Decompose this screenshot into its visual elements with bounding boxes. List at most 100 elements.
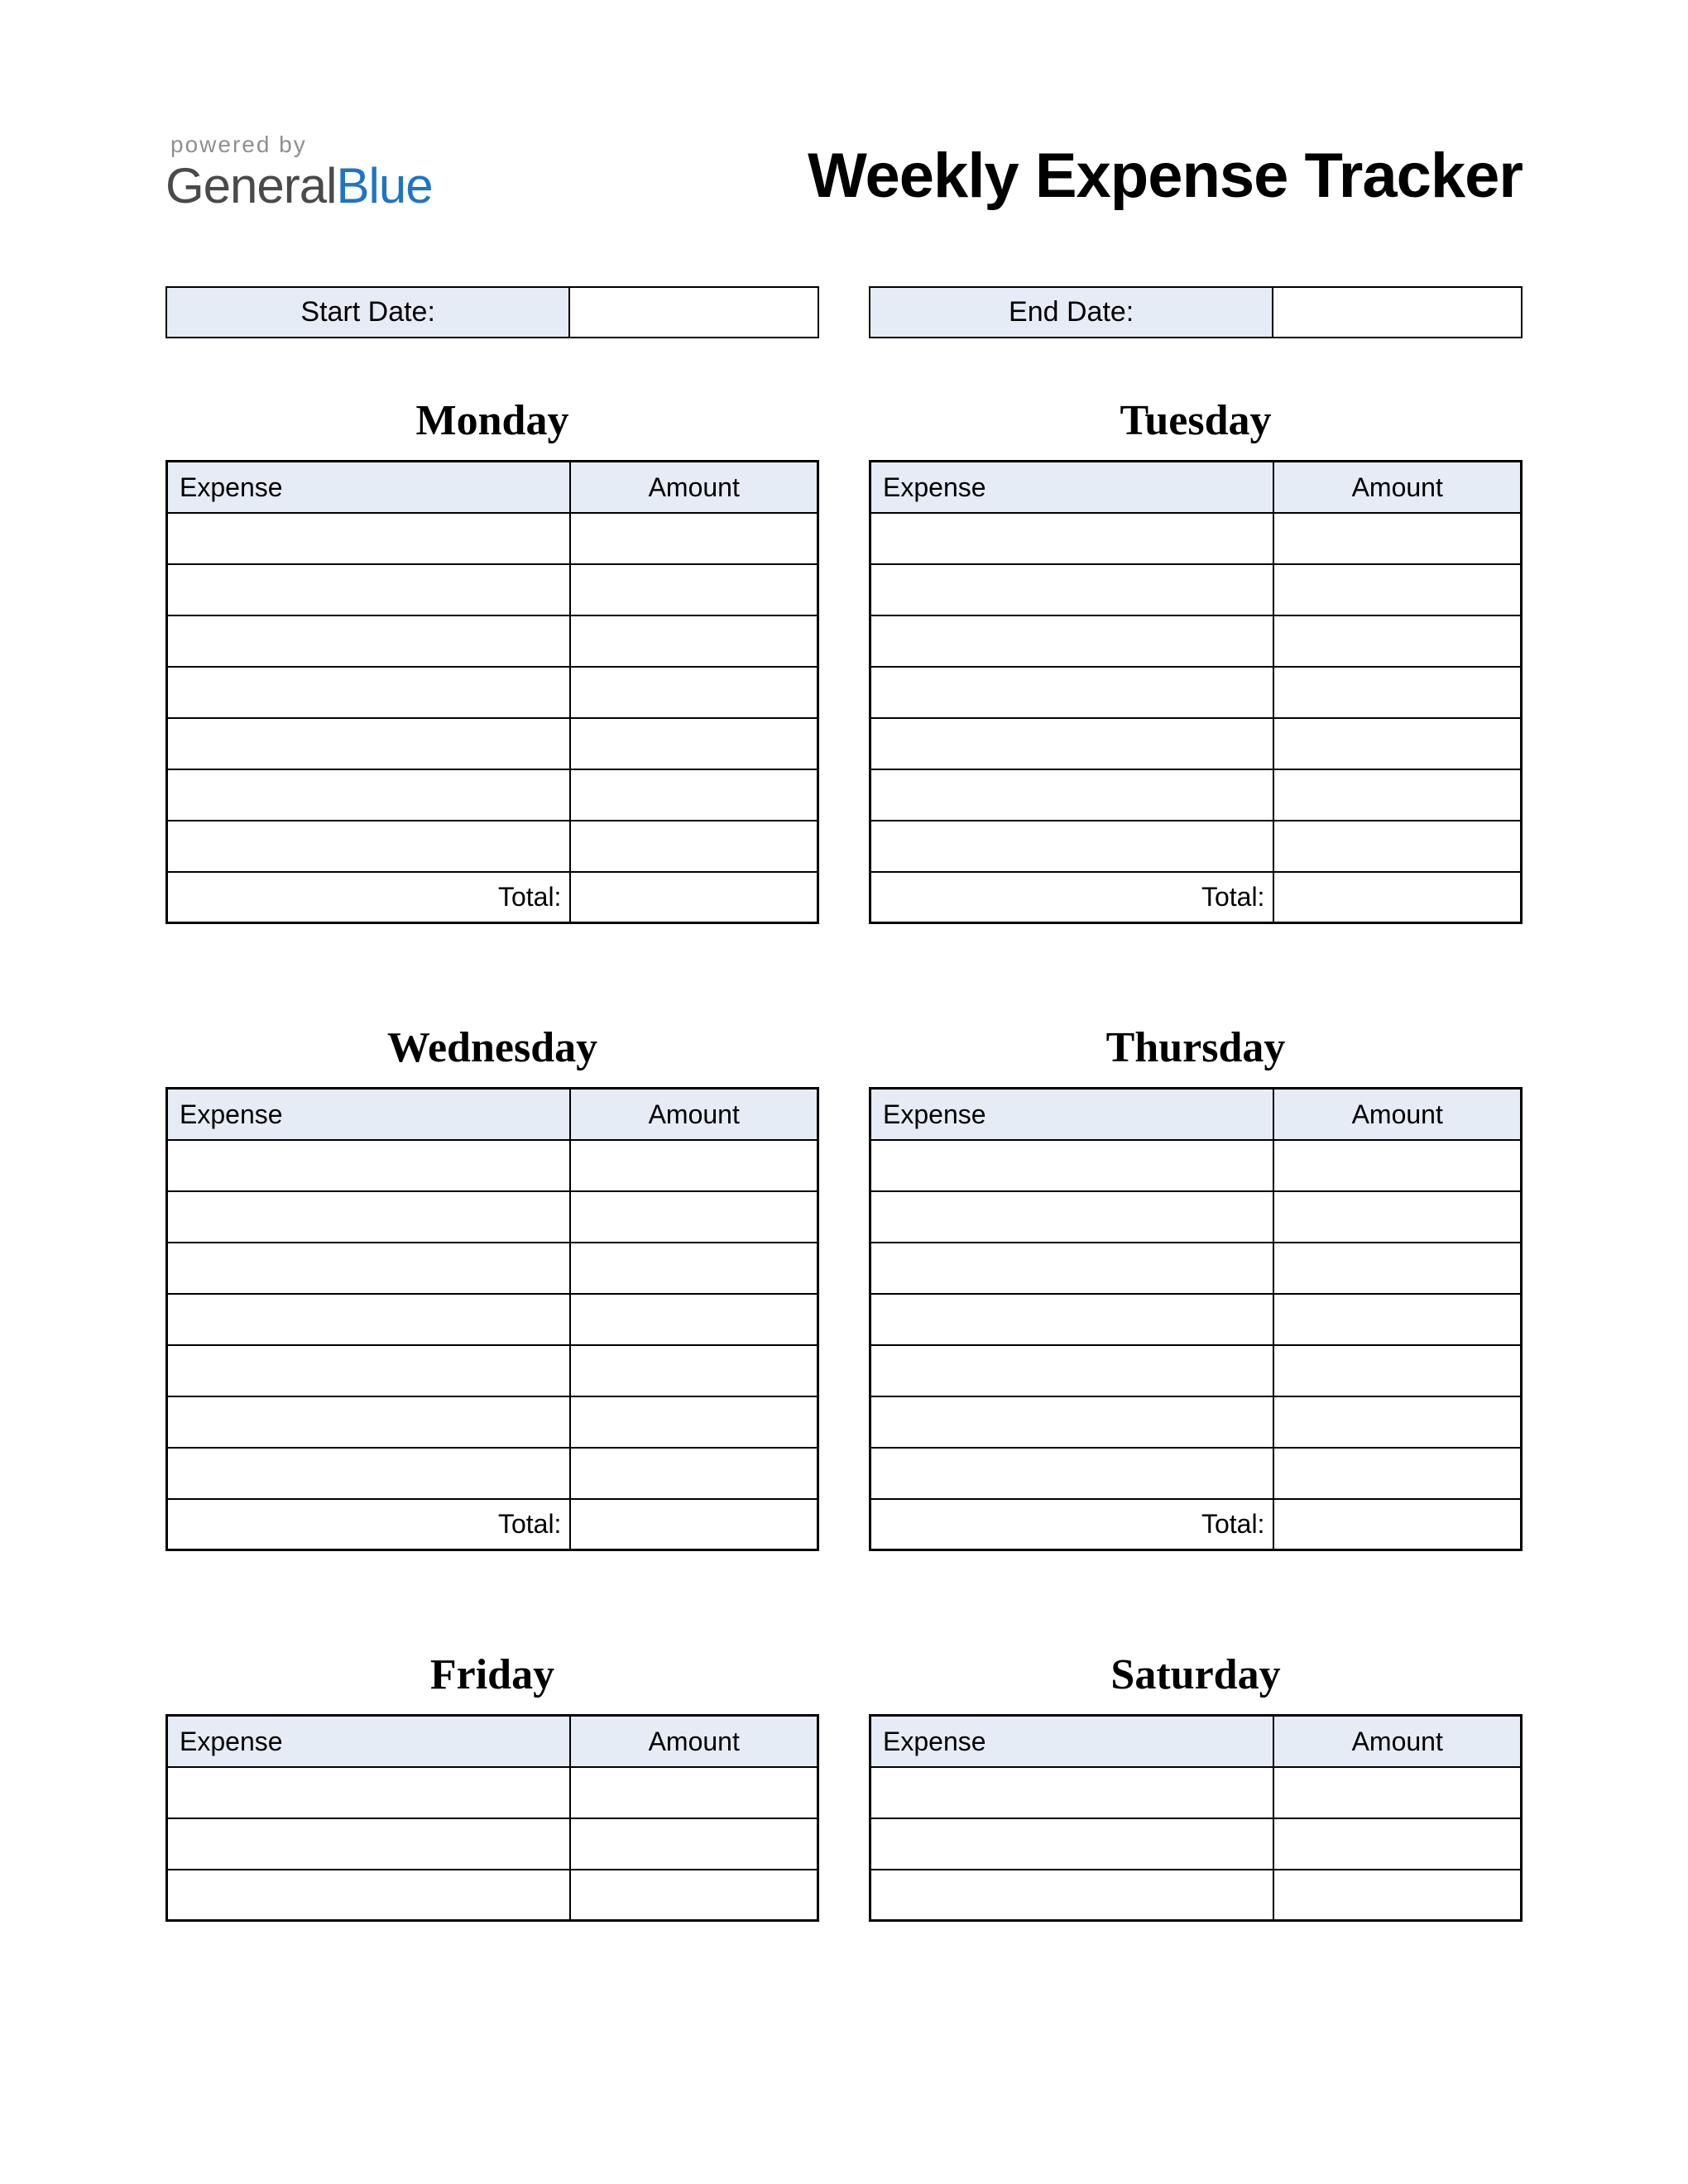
amount-cell[interactable]: [1273, 1448, 1521, 1499]
expense-cell[interactable]: [167, 1448, 571, 1499]
expense-cell[interactable]: [167, 513, 571, 564]
col-header-amount: Amount: [1273, 1716, 1521, 1767]
day-title: Thursday: [869, 1023, 1523, 1072]
expense-cell[interactable]: [167, 1140, 571, 1191]
table-row: [167, 1448, 818, 1499]
total-value[interactable]: [570, 872, 818, 923]
expense-cell[interactable]: [870, 564, 1274, 615]
expense-cell[interactable]: [870, 1448, 1274, 1499]
amount-cell[interactable]: [1273, 821, 1521, 872]
expense-cell[interactable]: [167, 1818, 571, 1870]
expense-cell[interactable]: [167, 1870, 571, 1921]
amount-cell[interactable]: [570, 769, 818, 821]
amount-cell[interactable]: [570, 1294, 818, 1345]
expense-cell[interactable]: [870, 1243, 1274, 1294]
expense-cell[interactable]: [167, 1767, 571, 1818]
amount-cell[interactable]: [1273, 1870, 1521, 1921]
logo: powered by GeneralBlue: [165, 132, 433, 212]
table-row: [167, 1294, 818, 1345]
amount-cell[interactable]: [1273, 1767, 1521, 1818]
amount-cell[interactable]: [1273, 1818, 1521, 1870]
amount-cell[interactable]: [570, 1140, 818, 1191]
col-header-expense: Expense: [870, 1089, 1274, 1140]
expense-cell[interactable]: [167, 615, 571, 667]
amount-cell[interactable]: [1273, 1345, 1521, 1396]
amount-cell[interactable]: [570, 1396, 818, 1448]
expense-cell[interactable]: [870, 513, 1274, 564]
amount-cell[interactable]: [570, 564, 818, 615]
table-row: [167, 615, 818, 667]
amount-cell[interactable]: [1273, 718, 1521, 769]
col-header-amount: Amount: [1273, 1089, 1521, 1140]
total-value[interactable]: [570, 1499, 818, 1550]
expense-cell[interactable]: [870, 769, 1274, 821]
page-title: Weekly Expense Tracker: [808, 140, 1523, 212]
day-block-monday: MondayExpenseAmountTotal:: [165, 396, 819, 974]
table-row: [870, 513, 1522, 564]
amount-cell[interactable]: [570, 1191, 818, 1243]
expense-cell[interactable]: [167, 1243, 571, 1294]
amount-cell[interactable]: [570, 1818, 818, 1870]
expense-cell[interactable]: [870, 1767, 1274, 1818]
amount-cell[interactable]: [1273, 769, 1521, 821]
expense-cell[interactable]: [167, 1191, 571, 1243]
col-header-amount: Amount: [570, 462, 818, 513]
amount-cell[interactable]: [570, 513, 818, 564]
expense-cell[interactable]: [870, 718, 1274, 769]
col-header-amount: Amount: [570, 1089, 818, 1140]
amount-cell[interactable]: [570, 1243, 818, 1294]
amount-cell[interactable]: [570, 821, 818, 872]
expense-cell[interactable]: [167, 769, 571, 821]
expense-cell[interactable]: [167, 1294, 571, 1345]
amount-cell[interactable]: [570, 1767, 818, 1818]
end-date-input[interactable]: [1273, 288, 1521, 337]
amount-cell[interactable]: [1273, 1191, 1521, 1243]
start-date-box: Start Date:: [165, 286, 819, 338]
amount-cell[interactable]: [570, 667, 818, 718]
expense-cell[interactable]: [870, 667, 1274, 718]
table-row: [167, 1243, 818, 1294]
expense-cell[interactable]: [870, 821, 1274, 872]
amount-cell[interactable]: [570, 615, 818, 667]
amount-cell[interactable]: [570, 1870, 818, 1921]
expense-cell[interactable]: [870, 1345, 1274, 1396]
amount-cell[interactable]: [1273, 1243, 1521, 1294]
total-row: Total:: [167, 1499, 818, 1550]
col-header-amount: Amount: [570, 1716, 818, 1767]
day-block-friday: FridayExpenseAmount: [165, 1650, 819, 1922]
expense-cell[interactable]: [870, 1294, 1274, 1345]
day-title: Wednesday: [165, 1023, 819, 1072]
amount-cell[interactable]: [1273, 564, 1521, 615]
table-row: [870, 821, 1522, 872]
expense-cell[interactable]: [870, 1870, 1274, 1921]
expense-cell[interactable]: [870, 1818, 1274, 1870]
total-label: Total:: [167, 1499, 571, 1550]
table-row: [870, 1294, 1522, 1345]
expense-cell[interactable]: [167, 667, 571, 718]
expense-cell[interactable]: [167, 564, 571, 615]
amount-cell[interactable]: [1273, 615, 1521, 667]
total-value[interactable]: [1273, 1499, 1521, 1550]
expense-cell[interactable]: [870, 1140, 1274, 1191]
expense-cell[interactable]: [167, 1345, 571, 1396]
table-row: [167, 1767, 818, 1818]
expense-cell[interactable]: [870, 1396, 1274, 1448]
amount-cell[interactable]: [1273, 667, 1521, 718]
table-row: [870, 564, 1522, 615]
amount-cell[interactable]: [1273, 1294, 1521, 1345]
start-date-input[interactable]: [570, 288, 818, 337]
expense-cell[interactable]: [870, 615, 1274, 667]
expense-cell[interactable]: [167, 821, 571, 872]
amount-cell[interactable]: [1273, 1140, 1521, 1191]
amount-cell[interactable]: [570, 718, 818, 769]
amount-cell[interactable]: [1273, 1396, 1521, 1448]
expense-cell[interactable]: [870, 1191, 1274, 1243]
table-row: [870, 1767, 1522, 1818]
expense-cell[interactable]: [167, 1396, 571, 1448]
expense-cell[interactable]: [167, 718, 571, 769]
total-value[interactable]: [1273, 872, 1521, 923]
amount-cell[interactable]: [1273, 513, 1521, 564]
amount-cell[interactable]: [570, 1448, 818, 1499]
amount-cell[interactable]: [570, 1345, 818, 1396]
table-row: [870, 1140, 1522, 1191]
